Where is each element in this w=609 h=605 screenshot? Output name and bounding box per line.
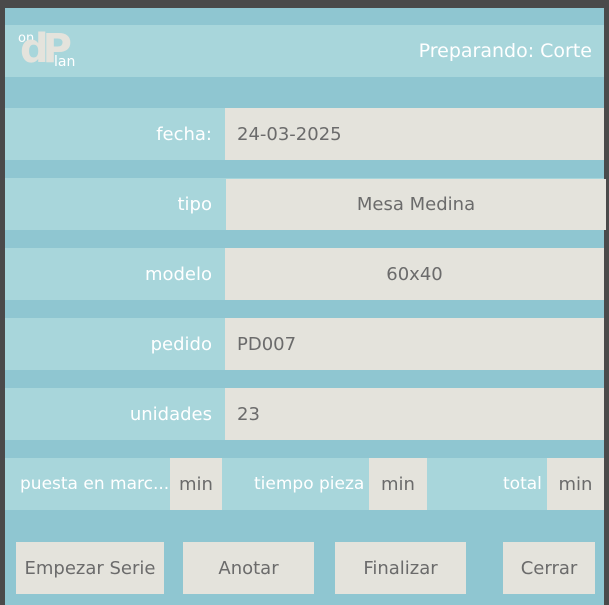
modelo-label: modelo: [144, 264, 212, 285]
total-field[interactable]: min: [547, 458, 604, 510]
app-window: on dP lan Preparando: Corte fecha: 24-03…: [0, 0, 609, 605]
tiempo-pieza-label: tiempo pieza: [254, 474, 365, 494]
row-pedido: pedido PD007: [5, 318, 604, 370]
tiempo-pieza-field[interactable]: min: [369, 458, 427, 510]
total-label: total: [503, 474, 542, 494]
status-title: Preparando: Corte: [418, 40, 592, 62]
header-bar: on dP lan Preparando: Corte: [5, 25, 604, 77]
pedido-field[interactable]: PD007: [225, 318, 604, 370]
row-tipo: tipo Mesa Medina: [5, 178, 606, 230]
anotar-button[interactable]: Anotar: [183, 542, 314, 594]
row-tiempos: puesta en marc... min tiempo pieza min t…: [5, 458, 604, 510]
fecha-field[interactable]: 24-03-2025: [225, 108, 604, 160]
tipo-label: tipo: [177, 194, 213, 215]
cerrar-button[interactable]: Cerrar: [503, 542, 595, 594]
onplan-logo: on dP lan: [18, 26, 78, 72]
panel-background: [5, 8, 604, 605]
row-fecha: fecha: 24-03-2025: [5, 108, 604, 160]
row-unidades: unidades 23: [5, 388, 604, 440]
tipo-select[interactable]: Mesa Medina: [226, 179, 606, 230]
puesta-en-marcha-label: puesta en marc...: [20, 474, 170, 494]
pedido-label: pedido: [150, 334, 212, 355]
fecha-label: fecha:: [156, 124, 212, 145]
puesta-en-marcha-field[interactable]: min: [170, 458, 222, 510]
row-modelo: modelo 60x40: [5, 248, 604, 300]
modelo-select[interactable]: 60x40: [225, 248, 604, 300]
unidades-field[interactable]: 23: [225, 388, 604, 440]
empezar-serie-button[interactable]: Empezar Serie: [16, 542, 164, 594]
unidades-label: unidades: [129, 404, 212, 425]
finalizar-button[interactable]: Finalizar: [335, 542, 466, 594]
logo-text-lan: lan: [54, 54, 76, 70]
